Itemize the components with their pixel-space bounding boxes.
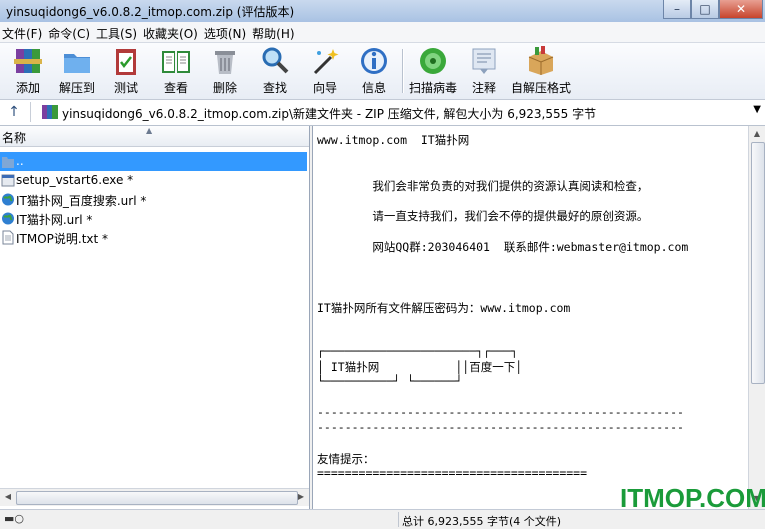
vertical-scrollbar[interactable]: ▲ ▼ [748, 126, 765, 509]
sfx-box-icon [528, 46, 554, 75]
scroll-left-icon[interactable]: ◀ [1, 490, 15, 504]
list-item[interactable]: IT猫扑网_百度搜索.url * [0, 190, 307, 209]
scrollbar-thumb[interactable] [16, 491, 298, 505]
menu-favorites[interactable]: 收藏夹(O) [141, 22, 202, 42]
menu-command[interactable]: 命令(C) [46, 22, 94, 42]
close-button[interactable]: ✕ [719, 0, 763, 19]
scroll-up-icon[interactable]: ▲ [750, 127, 764, 141]
add-button[interactable]: 添加 [3, 45, 53, 97]
column-header-name[interactable]: 名称 ▲ [0, 126, 309, 147]
wizard-button[interactable]: 向导 [300, 45, 350, 97]
virus-scan-button[interactable]: 扫描病毒 [408, 45, 458, 97]
wizard-wand-icon [313, 49, 339, 75]
url-globe-icon [2, 212, 14, 225]
drive-icon[interactable]: ▬○ [4, 512, 24, 525]
list-item[interactable]: .. [0, 152, 307, 171]
comment-line: 网站QQ群:203046401 联系邮件:webmaster@itmop.com [317, 240, 689, 254]
toolbar: 添加 解压到 测试 查看 删除 查找 向导 信息 扫描病毒 注释 自解压格式 [0, 43, 765, 100]
menu-options[interactable]: 选项(N) [202, 22, 250, 42]
window-title: yinsuqidong6_v6.0.8.2_itmop.com.zip (评估版… [6, 5, 295, 19]
virus-scan-icon [420, 48, 446, 74]
menu-tools[interactable]: 工具(S) [94, 22, 141, 42]
comment-pane: www.itmop.com IT猫扑网 我们会非常负责的对我们提供的资源认真阅读… [312, 126, 765, 509]
magnifier-icon [262, 47, 289, 74]
up-arrow-icon[interactable]: ↑ [4, 103, 24, 121]
comment-line: 请一直支持我们，我们会不停的提供最好的原创资源。 [317, 209, 649, 223]
extract-folder-icon [64, 54, 90, 73]
menu-bar: 文件(F) 命令(C) 工具(S) 收藏夹(O) 选项(N) 帮助(H) [0, 22, 765, 43]
test-button[interactable]: 测试 [101, 45, 151, 97]
extract-to-button[interactable]: 解压到 [52, 45, 102, 97]
zip-archive-icon [42, 105, 58, 119]
chevron-down-icon[interactable]: ▼ [753, 104, 761, 115]
view-button[interactable]: 查看 [151, 45, 201, 97]
maximize-button[interactable]: □ [691, 0, 719, 19]
scroll-right-icon[interactable]: ▶ [294, 490, 308, 504]
scrollbar-thumb[interactable] [751, 142, 765, 384]
test-clipboard-icon [116, 49, 136, 75]
list-item[interactable]: setup_vstart6.exe * [0, 171, 307, 190]
txt-file-icon [2, 230, 14, 245]
delete-button[interactable]: 删除 [200, 45, 250, 97]
url-globe-icon [2, 193, 14, 206]
address-bar: ↑ yinsuqidong6_v6.0.8.2_itmop.com.zip\新建… [0, 100, 765, 126]
view-book-icon [162, 51, 190, 73]
comment-line: ----------------------------------------… [317, 420, 684, 434]
info-icon [361, 48, 387, 74]
comment-line: ┌──────────────────────┐┌───┐ [317, 344, 518, 358]
horizontal-scrollbar[interactable]: ◀ ▶ [0, 488, 309, 506]
sfx-button[interactable]: 自解压格式 [510, 45, 572, 97]
info-button[interactable]: 信息 [349, 45, 399, 97]
title-bar: yinsuqidong6_v6.0.8.2_itmop.com.zip (评估版… [0, 0, 765, 23]
folder-up-icon [2, 157, 14, 168]
comment-line: └──────────┘ └──────┘ [317, 374, 463, 388]
exe-icon [1, 174, 15, 187]
address-path[interactable]: yinsuqidong6_v6.0.8.2_itmop.com.zip\新建文件… [62, 105, 596, 122]
list-item[interactable]: ITMOP说明.txt * [0, 228, 307, 247]
comment-line: www.itmop.com IT猫扑网 [317, 133, 470, 147]
sort-arrow-icon: ▲ [146, 126, 153, 135]
comment-line: 我们会非常负责的对我们提供的资源认真阅读和检查， [317, 179, 649, 193]
comment-line: ======================================= [317, 466, 588, 480]
list-item[interactable]: IT猫扑网.url * [0, 209, 307, 228]
add-archive-icon [14, 49, 42, 73]
site-watermark: ITMOP.COM [620, 483, 765, 513]
menu-file[interactable]: 文件(F) [0, 22, 46, 42]
file-list-pane: 名称 ▲ .. setup_vstart6.exe * IT猫扑网_百度搜索.u… [0, 126, 310, 509]
comment-line: IT猫扑网所有文件解压密码为：www.itmop.com [317, 301, 571, 315]
comment-line: 友情提示： [317, 452, 375, 466]
find-button[interactable]: 查找 [250, 45, 300, 97]
menu-help[interactable]: 帮助(H) [250, 22, 298, 42]
comment-note-icon [472, 48, 496, 74]
status-total: 总计 6,923,555 字节(4 个文件) [402, 515, 562, 528]
comment-button[interactable]: 注释 [459, 45, 509, 97]
trash-icon [215, 51, 235, 74]
comment-line: ----------------------------------------… [317, 405, 684, 419]
comment-line: │ IT猫扑网 ││百度一下│ [317, 360, 523, 374]
minimize-button[interactable]: – [663, 0, 691, 19]
